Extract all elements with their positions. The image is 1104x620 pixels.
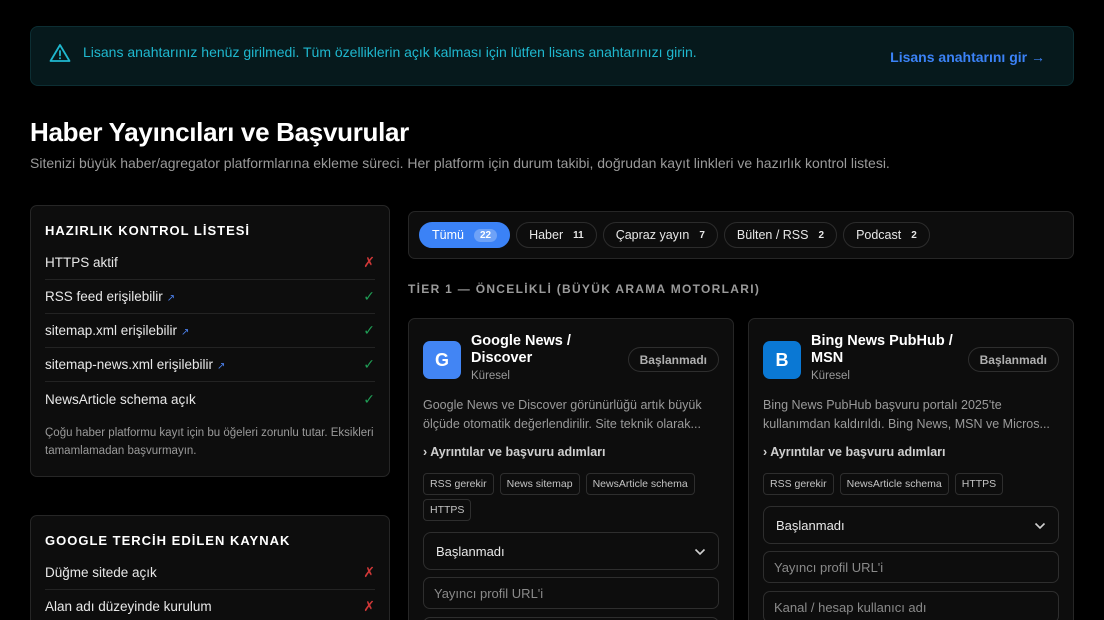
filter-news[interactable]: Haber 11 [516,222,597,248]
tag: RSS gerekir [423,473,494,495]
checklist-item-schema: NewsArticle schema açık ✓ [45,382,375,416]
tag: HTTPS [954,473,1004,495]
tag: News sitemap [499,473,580,495]
rss-check-link[interactable]: RSS feed erişilebilir [45,289,163,304]
filter-label: Haber [529,228,564,242]
checklist-item-label: HTTPS aktif [45,255,118,270]
filter-newsletter-rss[interactable]: Bülten / RSS 2 [723,222,838,248]
filter-all[interactable]: Tümü 22 [419,222,511,248]
filter-crosspost[interactable]: Çapraz yayın 7 [602,222,718,248]
filter-count: 22 [473,228,498,242]
status-select-value: Başlanmadı [776,517,845,533]
tag: RSS gerekir [763,473,834,495]
publisher-name: Bing News PubHub / MSN [811,333,953,366]
tag: NewsArticle schema [585,473,695,495]
chevron-down-icon [694,544,706,559]
requirement-tags: RSS gerekir NewsArticle schema HTTPS [763,473,1063,495]
checklist-item-label: NewsArticle schema açık [45,391,196,407]
check-icon: ✓ [363,288,375,304]
check-icon: ✓ [363,322,375,338]
external-link-icon[interactable]: ↗ [181,327,189,338]
google-pref-item: Düğme sitede açık ✗ [45,556,375,590]
details-label: Ayrıntılar ve başvuru adımları [430,445,606,459]
google-pref-item: Alan adı düzeyinde kurulum ✗ [45,590,375,620]
google-pref-title: GOOGLE TERCİH EDİLEN KAYNAK [45,533,291,548]
tier-heading: TİER 1 — ÖNCELİKLİ (BÜYÜK ARAMA MOTORLAR… [408,282,761,296]
checklist-item-rss: RSS feed erişilebilir ↗ ✓ [45,280,375,314]
requirement-tags: RSS gerekir News sitemap NewsArticle sch… [423,473,723,521]
chevron-down-icon [1034,518,1046,533]
filter-label: Çapraz yayın [615,228,690,242]
filter-count: 11 [573,229,584,241]
details-toggle[interactable]: › Ayrıntılar ve başvuru adımları [423,445,606,459]
details-label: Ayrıntılar ve başvuru adımları [770,445,946,459]
status-badge: Başlanmadı [967,347,1059,372]
filter-label: Podcast [856,228,902,242]
external-link-icon[interactable]: ↗ [217,361,225,372]
status-select-value: Başlanmadı [436,543,505,559]
cross-icon: ✗ [363,564,375,580]
filter-label: Bülten / RSS [736,228,809,242]
status-badge: Başlanmadı [627,347,719,372]
google-pref-item-label: Düğme sitede açık [45,565,157,580]
banner-message: Lisans anahtarınız henüz girilmedi. Tüm … [83,44,697,60]
page-title: Haber Yayıncıları ve Başvurular [30,117,409,147]
cross-icon: ✗ [363,254,375,270]
news-sitemap-check-link[interactable]: sitemap-news.xml erişilebilir [45,357,213,372]
filter-count: 2 [818,229,825,241]
publisher-profile-url-input[interactable] [423,577,719,609]
checklist-title: HAZIRLIK KONTROL LİSTESİ [45,223,251,238]
external-link-icon[interactable]: ↗ [167,293,175,304]
filter-podcast[interactable]: Podcast 2 [843,222,930,248]
details-toggle[interactable]: › Ayrıntılar ve başvuru adımları [763,445,946,459]
readiness-checklist: HAZIRLIK KONTROL LİSTESİ HTTPS aktif ✗ R… [30,205,390,477]
chevron-right-icon: › [763,445,768,459]
publisher-region: Küresel [811,370,850,382]
enter-license-link[interactable]: Lisans anahtarını gir → [890,49,1045,65]
page-subtitle: Sitenizi büyük haber/agregator platforml… [30,155,890,171]
checklist-item-sitemap: sitemap.xml erişilebilir ↗ ✓ [45,314,375,348]
checklist-item-https: HTTPS aktif ✗ [45,246,375,280]
publisher-card-bing: B Bing News PubHub / MSN Küresel Başlanm… [748,318,1074,620]
channel-username-input[interactable] [763,591,1059,620]
google-preferred-source: GOOGLE TERCİH EDİLEN KAYNAK Düğme sitede… [30,515,390,620]
checklist-note: Çoğu haber platformu kayıt için bu öğele… [45,427,374,457]
publisher-name: Google News / Discover [471,333,571,366]
publisher-region: Küresel [471,370,510,382]
publisher-description: Bing News PubHub başvuru portalı 2025'te… [763,398,1050,431]
filter-count: 7 [699,229,705,241]
bing-logo-icon: B [763,341,801,379]
checklist-item-news-sitemap: sitemap-news.xml erişilebilir ↗ ✓ [45,348,375,382]
category-filter-bar: Tümü 22 Haber 11 Çapraz yayın 7 Bülten / RS… [408,211,1074,259]
tag: HTTPS [423,499,472,521]
sitemap-check-link[interactable]: sitemap.xml erişilebilir [45,323,177,338]
chevron-right-icon: › [423,445,428,459]
tag: NewsArticle schema [839,473,949,495]
publisher-profile-url-input[interactable] [763,551,1059,583]
check-icon: ✓ [363,390,375,407]
publisher-card-google: G Google News / Discover Küresel Başlanm… [408,318,734,620]
cross-icon: ✗ [363,598,375,614]
status-select[interactable]: Başlanmadı [763,506,1059,544]
google-logo-icon: G [423,341,461,379]
publisher-description: Google News ve Discover görünürlüğü artı… [423,398,702,431]
warning-icon [49,43,71,68]
license-banner: Lisans anahtarınız henüz girilmedi. Tüm … [30,26,1074,86]
check-icon: ✓ [363,356,375,372]
filter-label: Tümü [432,228,464,242]
status-select[interactable]: Başlanmadı [423,532,719,570]
filter-count: 2 [911,229,917,241]
google-pref-item-label: Alan adı düzeyinde kurulum [45,599,212,614]
